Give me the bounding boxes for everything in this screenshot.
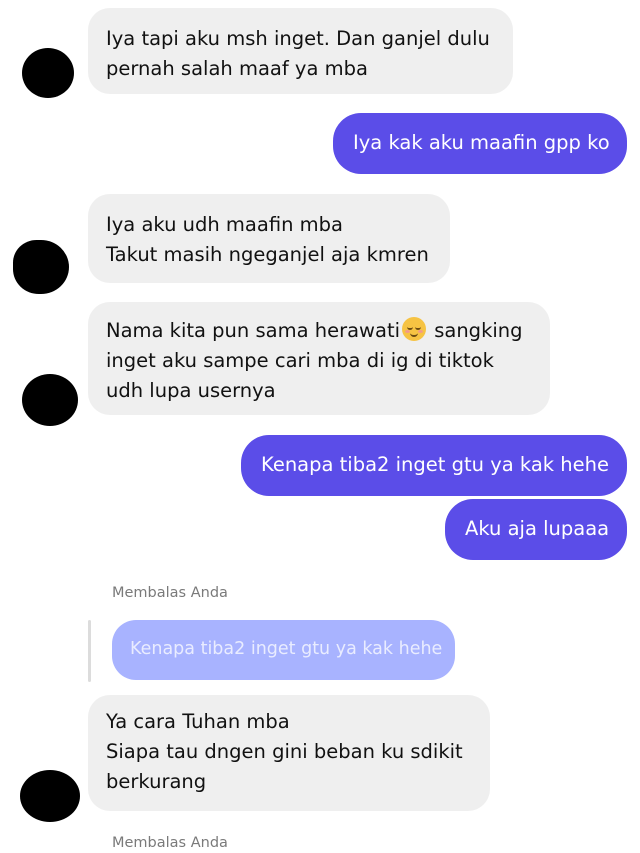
message-text: pernah salah maaf ya mba [106, 57, 368, 80]
avatar-redacted[interactable] [20, 770, 80, 822]
message-text: Aku aja lupaaa [465, 517, 610, 540]
message-text: Takut masih ngeganjel aja kmren [106, 243, 429, 266]
message-text: Ya cara Tuhan mba [106, 710, 290, 733]
smiling-face-icon [402, 317, 427, 341]
message-text: Iya aku udh maafin mba [106, 213, 343, 236]
message-text: Iya tapi aku msh inget. Dan ganjel dulu [106, 27, 490, 50]
outgoing-message-bubble[interactable]: Kenapa tiba2 inget gtu ya kak hehe [241, 435, 627, 496]
message-text: berkurang [106, 770, 207, 793]
avatar-redacted[interactable] [22, 374, 78, 426]
incoming-message-bubble[interactable]: Iya tapi aku msh inget. Dan ganjel dulu … [88, 8, 513, 94]
message-text: Iya kak aku maafin gpp ko [353, 131, 610, 154]
incoming-message-bubble[interactable]: Nama kita pun sama herawati sangking ing… [88, 302, 550, 415]
incoming-message-bubble[interactable]: Iya aku udh maafin mba Takut masih ngega… [88, 194, 450, 283]
message-text: Nama kita pun sama herawati [106, 319, 401, 342]
reply-quote-bar [88, 620, 91, 682]
reply-label: Membalas Anda [112, 585, 228, 601]
avatar-redacted[interactable] [13, 240, 69, 294]
message-text: Kenapa tiba2 inget gtu ya kak hehe [261, 453, 610, 476]
quoted-message-bubble[interactable]: Kenapa tiba2 inget gtu ya kak hehe [112, 620, 455, 680]
outgoing-message-bubble[interactable]: Iya kak aku maafin gpp ko [333, 113, 627, 174]
message-text: Siapa tau dngen gini beban ku sdikit [106, 740, 463, 763]
message-text: inget aku sampe cari mba di ig di tiktok [106, 349, 494, 372]
outgoing-message-bubble[interactable]: Aku aja lupaaa [445, 499, 627, 560]
incoming-message-bubble[interactable]: Ya cara Tuhan mba Siapa tau dngen gini b… [88, 695, 490, 811]
message-text: udh lupa usernya [106, 379, 276, 402]
message-text: sangking [434, 319, 523, 342]
avatar-redacted[interactable] [22, 48, 74, 98]
message-line: Nama kita pun sama herawati sangking [106, 316, 530, 346]
reply-label: Membalas Anda [112, 835, 228, 851]
